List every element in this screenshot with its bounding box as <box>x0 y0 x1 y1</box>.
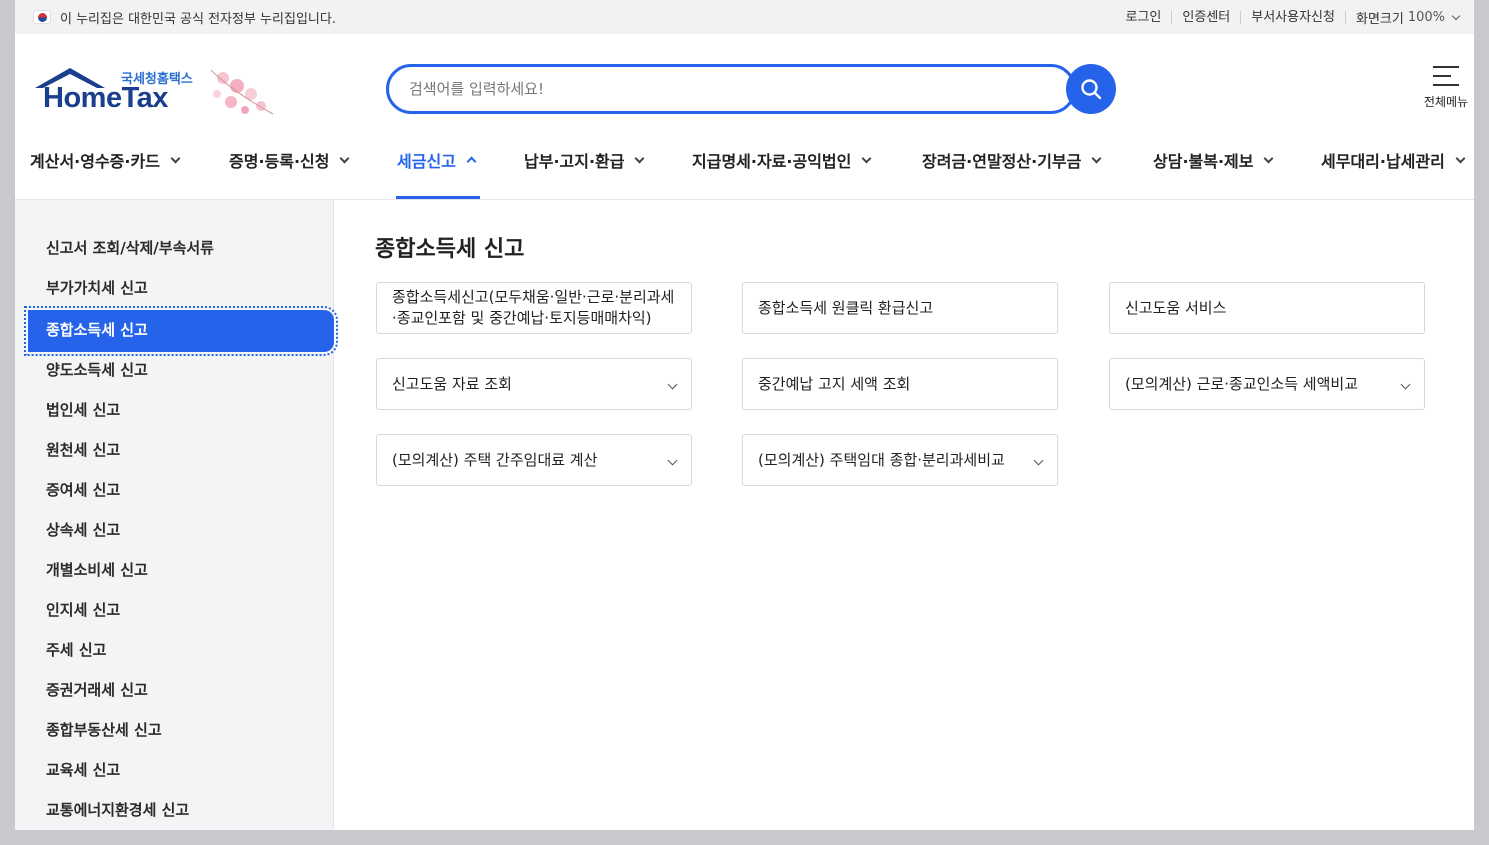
side-menu-item[interactable]: 부가가치세 신고 <box>15 270 333 310</box>
menu-card-label: (모의계산) 주택임대 종합·분리과세비교 <box>758 450 1005 469</box>
menu-card-label: 종합소득세 원클릭 환급신고 <box>758 298 934 317</box>
page-frame: 이 누리집은 대한민국 공식 전자정부 누리집입니다. 로그인 인증센터 부서사… <box>15 0 1474 830</box>
cert-center-link[interactable]: 인증센터 <box>1172 11 1242 24</box>
dept-user-apply-link[interactable]: 부서사용자신청 <box>1241 11 1346 24</box>
menu-card[interactable]: 중간예납 고지 세액 조회 <box>742 358 1058 410</box>
hamburger-menu-icon <box>1433 66 1459 86</box>
active-tab-underline <box>396 196 480 199</box>
menu-card[interactable]: 신고도움 서비스 <box>1109 282 1425 334</box>
gnb-label: 상담·불복·제보 <box>1153 152 1254 171</box>
gnb-label: 세무대리·납세관리 <box>1321 152 1445 171</box>
side-menu-item[interactable]: 상속세 신고 <box>15 512 333 552</box>
chevron-down-icon <box>170 153 181 163</box>
gov-notice-bar: 이 누리집은 대한민국 공식 전자정부 누리집입니다. 로그인 인증센터 부서사… <box>15 0 1474 34</box>
zoom-control[interactable]: 화면크기 100% <box>1346 8 1461 27</box>
side-menu-item[interactable]: 증여세 신고 <box>15 472 333 512</box>
menu-card-label: 신고도움 서비스 <box>1125 298 1227 317</box>
side-menu-item[interactable]: 주세 신고 <box>15 632 333 672</box>
utility-links: 로그인 인증센터 부서사용자신청 화면크기 100% <box>1116 8 1461 27</box>
side-menu-item[interactable]: 교통에너지환경세 신고 <box>15 792 333 830</box>
chevron-down-icon <box>1400 379 1411 390</box>
side-menu-item[interactable]: 종합부동산세 신고 <box>15 712 333 752</box>
menu-card-label: 중간예납 고지 세액 조회 <box>758 374 911 393</box>
gnb-payment-notice-refund[interactable]: 납부·고지·환급 <box>524 148 645 172</box>
chevron-down-icon <box>861 153 872 163</box>
menu-card[interactable]: 종합소득세신고(모두채움·일반·근로·분리과세·종교인포함 및 중간예납·토지등… <box>376 282 692 334</box>
gnb-label: 장려금·연말정산·기부금 <box>922 152 1082 171</box>
menu-card-dropdown[interactable]: (모의계산) 주택임대 종합·분리과세비교 <box>742 434 1058 486</box>
side-menu-item[interactable]: 양도소득세 신고 <box>15 352 333 392</box>
side-menu-item[interactable]: 인지세 신고 <box>15 592 333 632</box>
menu-card[interactable]: 종합소득세 원클릭 환급신고 <box>742 282 1058 334</box>
gnb-consultation-appeal[interactable]: 상담·불복·제보 <box>1153 148 1274 172</box>
side-menu-item-active[interactable]: 종합소득세 신고 <box>24 306 338 356</box>
search-input[interactable] <box>389 67 989 111</box>
gnb-label: 납부·고지·환급 <box>524 152 625 171</box>
side-menu-item[interactable]: 증권거래세 신고 <box>15 672 333 712</box>
gnb-tax-filing[interactable]: 세금신고 <box>397 148 477 172</box>
menu-card-label: (모의계산) 근로·종교인소득 세액비교 <box>1125 374 1359 393</box>
login-link[interactable]: 로그인 <box>1116 11 1173 24</box>
gnb-tax-agent[interactable]: 세무대리·납세관리 <box>1321 148 1466 172</box>
menu-card-label: 신고도움 자료 조회 <box>392 374 512 393</box>
gnb-label: 증명·등록·신청 <box>229 152 330 171</box>
gov-notice-text[interactable]: 이 누리집은 대한민국 공식 전자정부 누리집입니다. <box>60 8 336 27</box>
chevron-down-icon <box>1451 11 1461 21</box>
cherry-blossom-icon <box>210 69 274 115</box>
chevron-down-icon <box>667 455 678 466</box>
chevron-down-icon <box>1033 455 1044 466</box>
menu-card-dropdown[interactable]: (모의계산) 근로·종교인소득 세액비교 <box>1109 358 1425 410</box>
gnb-payment-statement-data[interactable]: 지급명세·자료·공익법인 <box>692 148 872 172</box>
search-box <box>386 64 1076 114</box>
side-menu-item[interactable]: 개별소비세 신고 <box>15 552 333 592</box>
side-menu: 신고서 조회/삭제/부속서류 부가가치세 신고 종합소득세 신고 양도소득세 신… <box>15 200 338 830</box>
gnb-invoice-receipt-card[interactable]: 계산서·영수증·카드 <box>30 148 181 172</box>
page-title: 종합소득세 신고 <box>375 237 525 262</box>
all-menu-button[interactable]: 전체메뉴 <box>1419 66 1473 110</box>
chevron-up-icon <box>466 156 477 167</box>
chevron-down-icon <box>635 153 645 163</box>
chevron-down-icon <box>1091 153 1102 163</box>
side-menu-item[interactable]: 신고서 조회/삭제/부속서류 <box>15 230 333 270</box>
hometax-logo[interactable]: 국세청홈택스 HomeTax <box>31 64 274 124</box>
search-button[interactable] <box>1066 64 1116 114</box>
side-menu-item[interactable]: 원천세 신고 <box>15 432 333 472</box>
main-navigation: 계산서·영수증·카드 증명·등록·신청 세금신고 납부·고지·환급 지급명세·자… <box>15 134 1474 200</box>
chevron-down-icon <box>667 379 678 390</box>
menu-card-label: (모의계산) 주택 간주임대료 계산 <box>392 450 598 469</box>
gnb-label: 지급명세·자료·공익법인 <box>692 152 852 171</box>
chevron-down-icon <box>1264 153 1274 163</box>
gnb-incentive-year-end[interactable]: 장려금·연말정산·기부금 <box>922 148 1102 172</box>
gnb-label: 세금신고 <box>397 152 456 171</box>
korea-flag-icon <box>33 10 51 24</box>
menu-card-dropdown[interactable]: (모의계산) 주택 간주임대료 계산 <box>376 434 692 486</box>
search-icon <box>1081 79 1102 100</box>
all-menu-label: 전체메뉴 <box>1423 95 1469 109</box>
zoom-label: 화면크기 <box>1355 12 1404 27</box>
menu-card-label: 종합소득세신고(모두채움·일반·근로·분리과세·종교인포함 및 중간예납·토지등… <box>392 288 675 327</box>
chevron-down-icon <box>340 153 350 163</box>
side-menu-item[interactable]: 법인세 신고 <box>15 392 333 432</box>
logo-en-text: HomeTax <box>43 82 168 114</box>
menu-card-dropdown[interactable]: 신고도움 자료 조회 <box>376 358 692 410</box>
zoom-value: 100% <box>1407 10 1445 25</box>
side-menu-item[interactable]: 교육세 신고 <box>15 752 333 792</box>
gnb-label: 계산서·영수증·카드 <box>30 152 160 171</box>
chevron-down-icon <box>1455 153 1466 163</box>
gnb-certificate-registration[interactable]: 증명·등록·신청 <box>229 148 350 172</box>
